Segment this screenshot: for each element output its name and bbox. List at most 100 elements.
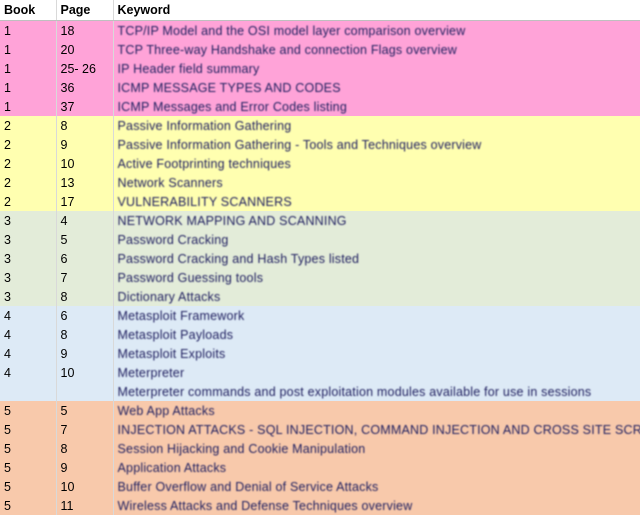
page-cell[interactable]: 10 <box>56 477 114 496</box>
keyword-cell[interactable]: ICMP MESSAGE TYPES AND CODES <box>113 78 640 97</box>
page-cell[interactable] <box>56 382 114 401</box>
page-cell[interactable]: 13 <box>56 173 114 192</box>
keyword-cell[interactable]: Web App Attacks <box>113 401 640 420</box>
page-cell[interactable]: 36 <box>56 78 114 97</box>
keyword-cell[interactable]: Metasploit Framework <box>113 306 640 325</box>
book-cell[interactable]: 1 <box>0 78 57 97</box>
book-cell[interactable]: 4 <box>0 325 57 344</box>
keyword-cell[interactable]: TCP/IP Model and the OSI model layer com… <box>113 20 640 40</box>
header-page[interactable]: Page <box>56 0 114 21</box>
page-cell[interactable]: 5 <box>56 230 114 249</box>
keyword-cell[interactable]: Active Footprinting techniques <box>113 154 640 173</box>
book-cell[interactable]: 2 <box>0 173 57 192</box>
keyword-cell[interactable]: Session Hijacking and Cookie Manipulatio… <box>113 439 640 458</box>
keyword-text: Web App Attacks <box>117 403 215 418</box>
book-cell[interactable]: 1 <box>0 97 57 116</box>
book-cell[interactable]: 4 <box>0 306 57 325</box>
table-row: 5 10 Buffer Overflow and Denial of Service… <box>0 477 640 496</box>
page-cell[interactable]: 10 <box>56 154 114 173</box>
book-cell[interactable]: 2 <box>0 135 57 154</box>
page-cell[interactable]: 20 <box>56 40 114 59</box>
book-cell[interactable] <box>0 382 57 401</box>
keyword-cell[interactable]: NETWORK MAPPING AND SCANNING <box>113 211 640 230</box>
page-cell[interactable]: 17 <box>56 192 114 211</box>
book-cell[interactable]: 5 <box>0 439 57 458</box>
book-cell[interactable]: 2 <box>0 192 57 211</box>
table-row: 5 11 Wireless Attacks and Defense Techniqu… <box>0 496 640 515</box>
page-cell[interactable]: 8 <box>56 325 114 344</box>
keyword-cell[interactable]: Meterpreter <box>113 363 640 382</box>
header-keyword[interactable]: Keyword <box>113 0 640 21</box>
page-cell[interactable]: 18 <box>56 20 114 40</box>
page-cell[interactable]: 25- 26 <box>56 59 114 78</box>
keyword-text: TCP/IP Model and the OSI model layer com… <box>117 23 466 38</box>
page-cell[interactable]: 8 <box>56 439 114 458</box>
keyword-cell[interactable]: IP Header field summary <box>113 59 640 78</box>
book-cell[interactable]: 4 <box>0 344 57 363</box>
book-cell[interactable]: 3 <box>0 230 57 249</box>
page-cell[interactable]: 8 <box>56 287 114 306</box>
book-cell[interactable]: 2 <box>0 154 57 173</box>
book-cell[interactable]: 5 <box>0 477 57 496</box>
keyword-cell[interactable]: Meterpreter commands and post exploitati… <box>113 382 640 401</box>
book-cell[interactable]: 2 <box>0 116 57 135</box>
book-cell[interactable]: 1 <box>0 20 57 40</box>
keyword-text: Metasploit Framework <box>117 308 245 323</box>
keyword-cell[interactable]: TCP Three-way Handshake and connection F… <box>113 40 640 59</box>
keyword-cell[interactable]: Password Cracking <box>113 230 640 249</box>
keyword-cell[interactable]: Metasploit Exploits <box>113 344 640 363</box>
page-cell[interactable]: 11 <box>56 496 114 515</box>
keyword-cell[interactable]: ICMP Messages and Error Codes listing <box>113 97 640 116</box>
book-cell[interactable]: 5 <box>0 401 57 420</box>
book-cell[interactable]: 4 <box>0 363 57 382</box>
page-cell[interactable]: 5 <box>56 401 114 420</box>
keyword-cell[interactable]: Dictionary Attacks <box>113 287 640 306</box>
page-cell[interactable]: 6 <box>56 249 114 268</box>
table-row: 4 10 Meterpreter <box>0 363 640 382</box>
page-cell[interactable]: 9 <box>56 135 114 154</box>
keyword-cell[interactable]: Passive Information Gathering <box>113 116 640 135</box>
keyword-cell[interactable]: Application Attacks <box>113 458 640 477</box>
keyword-cell[interactable]: Password Cracking and Hash Types listed <box>113 249 640 268</box>
book-cell[interactable]: 5 <box>0 496 57 515</box>
book-cell[interactable]: 3 <box>0 268 57 287</box>
keyword-text: IP Header field summary <box>117 61 260 76</box>
keyword-cell[interactable]: Wireless Attacks and Defense Techniques … <box>113 496 640 515</box>
page-cell[interactable]: 4 <box>56 211 114 230</box>
page-cell[interactable]: 10 <box>56 363 114 382</box>
keyword-text: Password Cracking <box>117 232 229 247</box>
page-cell[interactable]: 9 <box>56 458 114 477</box>
book-cell[interactable]: 3 <box>0 287 57 306</box>
table-row: 2 9 Passive Information Gathering - Tools … <box>0 135 640 154</box>
spreadsheet: Book Page Keyword 1 18 TCP/IP Model and th… <box>0 0 640 521</box>
keyword-cell[interactable]: VULNERABILITY SCANNERS <box>113 192 640 211</box>
page-cell[interactable]: 37 <box>56 97 114 116</box>
keyword-cell[interactable]: Password Guessing tools <box>113 268 640 287</box>
keyword-cell[interactable]: INJECTION ATTACKS - SQL INJECTION, COMMA… <box>113 420 640 439</box>
book-cell[interactable]: 1 <box>0 40 57 59</box>
book-cell[interactable]: 3 <box>0 249 57 268</box>
book-cell[interactable]: 3 <box>0 211 57 230</box>
table-row: 4 9 Metasploit Exploits <box>0 344 640 363</box>
keyword-cell[interactable]: Passive Information Gathering - Tools an… <box>113 135 640 154</box>
book-cell[interactable]: 5 <box>0 458 57 477</box>
table-row: 5 5 Web App Attacks <box>0 401 640 420</box>
header-row: Book Page Keyword <box>0 0 640 21</box>
header-book[interactable]: Book <box>0 0 57 21</box>
book-cell[interactable]: 1 <box>0 59 57 78</box>
keyword-cell[interactable]: Network Scanners <box>113 173 640 192</box>
page-cell[interactable]: 7 <box>56 420 114 439</box>
keyword-text: Meterpreter commands and post exploitati… <box>117 384 592 399</box>
keyword-text: INJECTION ATTACKS - SQL INJECTION, COMMA… <box>117 422 640 437</box>
page-cell[interactable]: 7 <box>56 268 114 287</box>
table-row: 1 25- 26 IP Header field summary <box>0 59 640 78</box>
table-row: 3 6 Password Cracking and Hash Types liste… <box>0 249 640 268</box>
page-cell[interactable]: 8 <box>56 116 114 135</box>
table-row: 3 4 NETWORK MAPPING AND SCANNING <box>0 211 640 230</box>
keyword-text: ICMP MESSAGE TYPES AND CODES <box>117 80 341 95</box>
keyword-cell[interactable]: Metasploit Payloads <box>113 325 640 344</box>
keyword-cell[interactable]: Buffer Overflow and Denial of Service At… <box>113 477 640 496</box>
page-cell[interactable]: 9 <box>56 344 114 363</box>
page-cell[interactable]: 6 <box>56 306 114 325</box>
book-cell[interactable]: 5 <box>0 420 57 439</box>
